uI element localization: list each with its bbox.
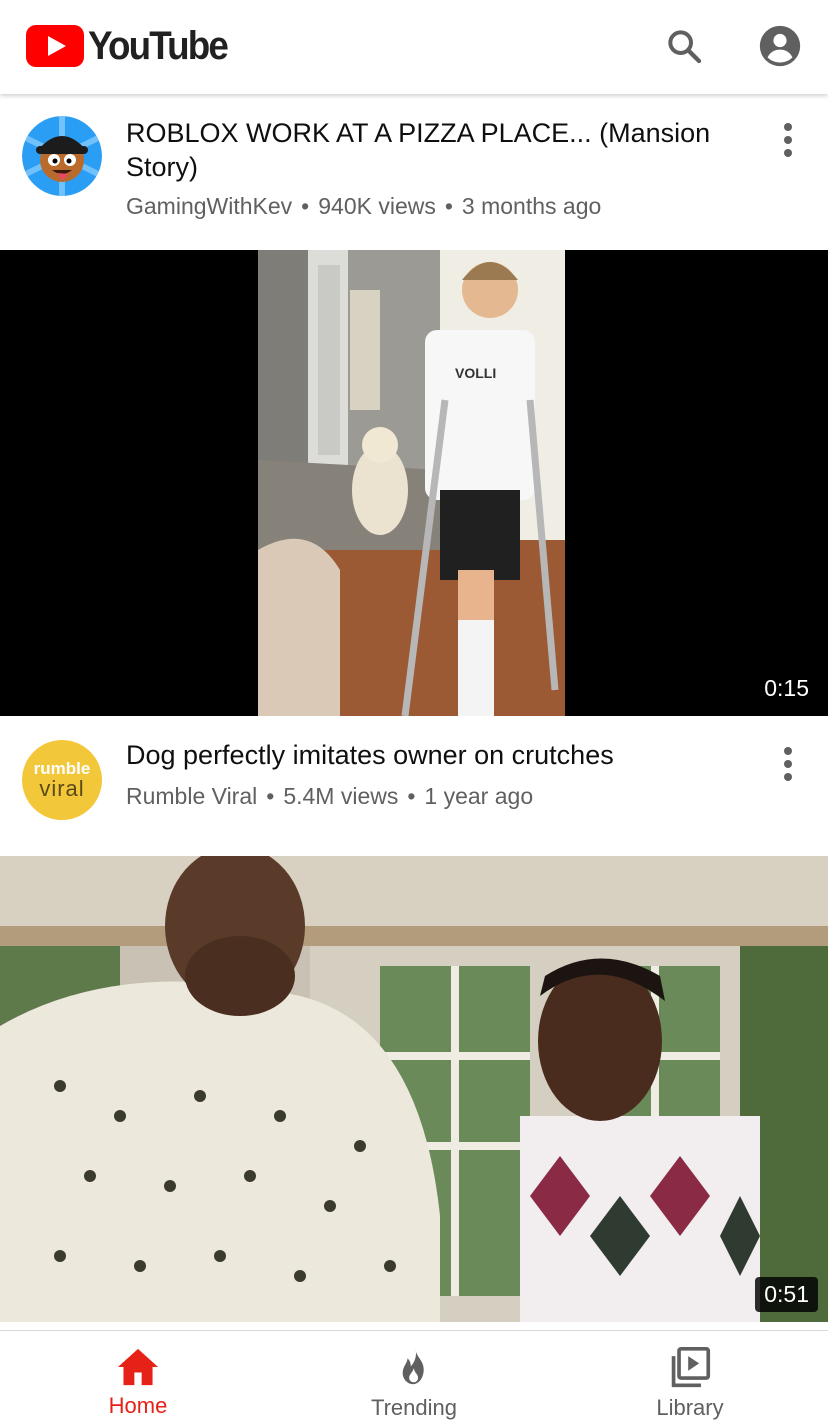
- viral-logo-text: viral: [39, 776, 85, 801]
- view-count: 940K views: [318, 193, 436, 219]
- video-title[interactable]: Dog perfectly imitates owner on crutches: [126, 738, 736, 772]
- video-subtitle: GamingWithKev • 940K views • 3 months ago: [126, 193, 602, 219]
- view-count: 5.4M views: [283, 783, 399, 809]
- nav-library-label: Library: [656, 1395, 724, 1420]
- nav-home[interactable]: Home: [0, 1331, 276, 1426]
- search-icon: [668, 30, 702, 64]
- channel-name[interactable]: GamingWithKev: [126, 193, 292, 219]
- gamingwithkev-avatar-image: [22, 116, 102, 196]
- dot: [784, 747, 792, 755]
- flame-icon: [402, 1348, 424, 1385]
- nav-home-label: Home: [108, 1393, 168, 1418]
- library-icon: [671, 1347, 711, 1388]
- video-meta-2[interactable]: rumble viral Dog perfectly imitates owne…: [0, 734, 828, 844]
- dot: [784, 760, 792, 768]
- youtube-logo[interactable]: YouTube: [26, 24, 239, 68]
- video-meta-1[interactable]: ROBLOX WORK AT A PIZZA PLACE... (Mansion…: [0, 110, 828, 240]
- video-subtitle: Rumble Viral • 5.4M views • 1 year ago: [126, 783, 534, 809]
- account-icon: [759, 25, 801, 67]
- upload-age: 1 year ago: [424, 783, 534, 809]
- home-icon: [118, 1348, 158, 1386]
- more-options-button[interactable]: [770, 116, 806, 164]
- more-options-button[interactable]: [770, 740, 806, 788]
- thumbnail-image-two-men-talking: [0, 856, 828, 1322]
- duration-badge: 0:51: [755, 1277, 818, 1312]
- dot: [784, 773, 792, 781]
- search-button[interactable]: [660, 22, 708, 70]
- nav-trending-label: Trending: [370, 1395, 457, 1420]
- account-button[interactable]: [756, 22, 804, 70]
- video-thumbnail[interactable]: 0:51: [0, 856, 828, 1322]
- bottom-navigation: Home Trending Library: [0, 1330, 828, 1426]
- play-logo-icon: [26, 25, 84, 67]
- nav-trending[interactable]: Trending: [276, 1331, 552, 1426]
- app-header: YouTube: [0, 0, 828, 94]
- video-thumbnail[interactable]: VOLLI 0:15: [0, 250, 828, 716]
- duration-badge: 0:15: [755, 671, 818, 706]
- dot: [784, 136, 792, 144]
- dot: [784, 149, 792, 157]
- logo-text: YouTube: [88, 23, 229, 68]
- upload-age: 3 months ago: [461, 193, 602, 219]
- channel-avatar[interactable]: rumble viral: [22, 740, 102, 820]
- channel-name[interactable]: Rumble Viral: [126, 783, 257, 809]
- dot: [784, 123, 792, 131]
- thumbnail-image-boy-on-crutches-with-dog: VOLLI: [258, 250, 565, 716]
- channel-avatar[interactable]: [22, 116, 102, 196]
- nav-library[interactable]: Library: [552, 1331, 828, 1426]
- svg-text:VOLLI: VOLLI: [455, 365, 496, 381]
- video-title[interactable]: ROBLOX WORK AT A PIZZA PLACE... (Mansion…: [126, 116, 736, 184]
